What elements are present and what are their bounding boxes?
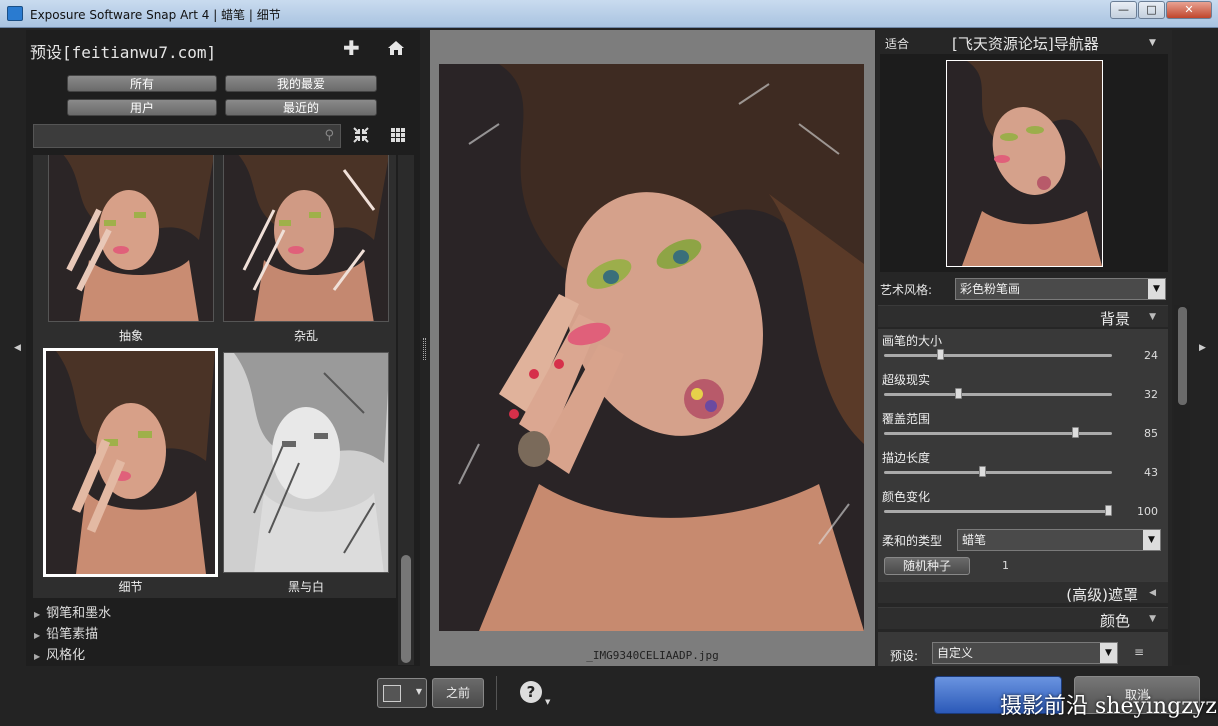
category-pen-ink[interactable]: ▶ 钢笔和墨水 [34, 602, 111, 621]
soft-type-label: 柔和的类型 [882, 534, 943, 548]
slider-label: 覆盖范围 [882, 412, 931, 426]
search-icon[interactable]: ⚲ [324, 128, 334, 143]
color-preset-dropdown[interactable]: 自定义 ▼ [932, 642, 1118, 664]
plus-icon[interactable]: ✚ [343, 36, 360, 60]
stroke-length-slider[interactable] [884, 466, 1112, 477]
color-variation-slider[interactable] [884, 505, 1112, 516]
expand-icon: ▶ [34, 652, 41, 661]
slider-knob[interactable] [1105, 505, 1112, 516]
collapse-icon: ▼ [1149, 312, 1156, 322]
slider-group: 画笔的大小 24 超级现实 32 覆盖范围 85 描边长度 43 颜色变化 10… [878, 329, 1168, 603]
navigator-box [880, 54, 1168, 272]
grid-view-icon[interactable] [391, 128, 405, 142]
art-style-label: 艺术风格: [880, 283, 933, 297]
view-mode-selector[interactable]: ▼ [377, 678, 427, 708]
expand-icon: ◀ [1149, 588, 1156, 598]
random-seed-button[interactable]: 随机种子 [884, 557, 970, 575]
search-field[interactable]: ⚲ [33, 124, 341, 148]
thumbnail-label: 黑与白 [287, 580, 324, 594]
fit-button[interactable]: 适合 [885, 35, 909, 52]
title-bar: Exposure Software Snap Art 4 | 蜡笔 | 细节 —… [0, 0, 1218, 28]
app-icon [7, 6, 23, 21]
presets-scrollbar[interactable] [398, 155, 414, 665]
navigator-title: [飞天资源论坛]导航器 [952, 35, 1099, 53]
section-mask[interactable]: (高级)遮罩 ◀ [878, 581, 1168, 604]
preset-menu-icon[interactable]: ≡ [1134, 645, 1144, 659]
soft-type-dropdown[interactable]: 蜡笔 ▼ [957, 529, 1161, 551]
slider-knob[interactable] [955, 388, 962, 399]
thumbnail-messy[interactable] [223, 155, 389, 322]
section-color[interactable]: 颜色 ▼ [878, 607, 1168, 630]
preset-label: 预设: [890, 649, 919, 663]
thumbnail-black-white[interactable] [223, 352, 389, 573]
navigator-thumbnail[interactable] [946, 60, 1103, 267]
thumbnail-grid: 抽象 杂乱 细节 黑与白 [33, 155, 396, 598]
home-icon[interactable] [387, 40, 405, 56]
slider-value: 32 [1144, 388, 1158, 401]
category-stylize[interactable]: ▶ 风格化 [34, 644, 85, 663]
slider-knob[interactable] [937, 349, 944, 360]
chevron-down-icon: ▼ [1143, 530, 1160, 550]
slider-value: 24 [1144, 349, 1158, 362]
watermark: 摄影前沿 sheyingzyz.com [1000, 694, 1218, 719]
slider-label: 颜色变化 [882, 490, 931, 504]
settings-scrollbar[interactable] [1174, 305, 1190, 665]
splitter-grip[interactable] [423, 338, 426, 360]
slider-knob[interactable] [979, 466, 986, 477]
image-filename: _IMG9340CELIAADP.jpg [586, 649, 719, 662]
slider-label: 画笔的大小 [882, 334, 943, 348]
slider-value: 100 [1137, 505, 1158, 518]
chevron-down-icon[interactable]: ▼ [545, 698, 550, 706]
chevron-down-icon: ▼ [415, 687, 422, 696]
photorealism-slider[interactable] [884, 388, 1112, 399]
chevron-down-icon: ▼ [1148, 279, 1165, 299]
expand-icon: ▶ [34, 610, 41, 619]
window-title: Exposure Software Snap Art 4 | 蜡笔 | 细节 [30, 8, 281, 22]
search-input[interactable] [34, 125, 314, 147]
presets-title: 预设[feitianwu7.com] [30, 43, 217, 62]
single-view-icon [383, 685, 401, 702]
close-button[interactable]: ✕ [1166, 1, 1212, 19]
slider-label: 超级现实 [882, 373, 931, 387]
thumbnail-abstract[interactable] [48, 155, 214, 322]
random-seed-value: 1 [1002, 559, 1009, 572]
collapse-all-icon[interactable] [352, 126, 370, 144]
filter-all-button[interactable]: 所有 [67, 75, 217, 92]
coverage-slider[interactable] [884, 427, 1112, 438]
chevron-down-icon: ▼ [1100, 643, 1117, 663]
preview-image[interactable] [439, 64, 864, 631]
minimize-button[interactable]: — [1110, 1, 1137, 19]
filter-favorites-button[interactable]: 我的最爱 [225, 75, 377, 92]
slider-label: 描边长度 [882, 451, 931, 465]
thumbnail-detail[interactable] [43, 348, 218, 577]
collapse-icon: ▼ [1149, 614, 1156, 624]
section-background[interactable]: 背景 ▼ [878, 305, 1168, 328]
collapse-right-icon[interactable]: ▶ [1199, 343, 1206, 353]
filter-recent-button[interactable]: 最近的 [225, 99, 377, 116]
art-style-dropdown[interactable]: 彩色粉笔画 ▼ [955, 278, 1166, 300]
brush-size-slider[interactable] [884, 349, 1112, 360]
thumbnail-label: 抽象 [118, 329, 143, 343]
navigator-collapse-icon[interactable]: ▼ [1149, 38, 1156, 48]
before-button[interactable]: 之前 [432, 678, 484, 708]
help-icon[interactable]: ? [520, 681, 542, 703]
thumbnail-label: 细节 [118, 580, 143, 594]
collapse-left-icon[interactable]: ◀ [14, 343, 21, 353]
thumbnail-label: 杂乱 [293, 329, 318, 343]
divider [496, 676, 497, 710]
filter-user-button[interactable]: 用户 [67, 99, 217, 116]
expand-icon: ▶ [34, 631, 41, 640]
slider-value: 85 [1144, 427, 1158, 440]
maximize-button[interactable]: □ [1138, 1, 1165, 19]
slider-knob[interactable] [1072, 427, 1079, 438]
category-pencil-sketch[interactable]: ▶ 铅笔素描 [34, 623, 98, 642]
slider-value: 43 [1144, 466, 1158, 479]
